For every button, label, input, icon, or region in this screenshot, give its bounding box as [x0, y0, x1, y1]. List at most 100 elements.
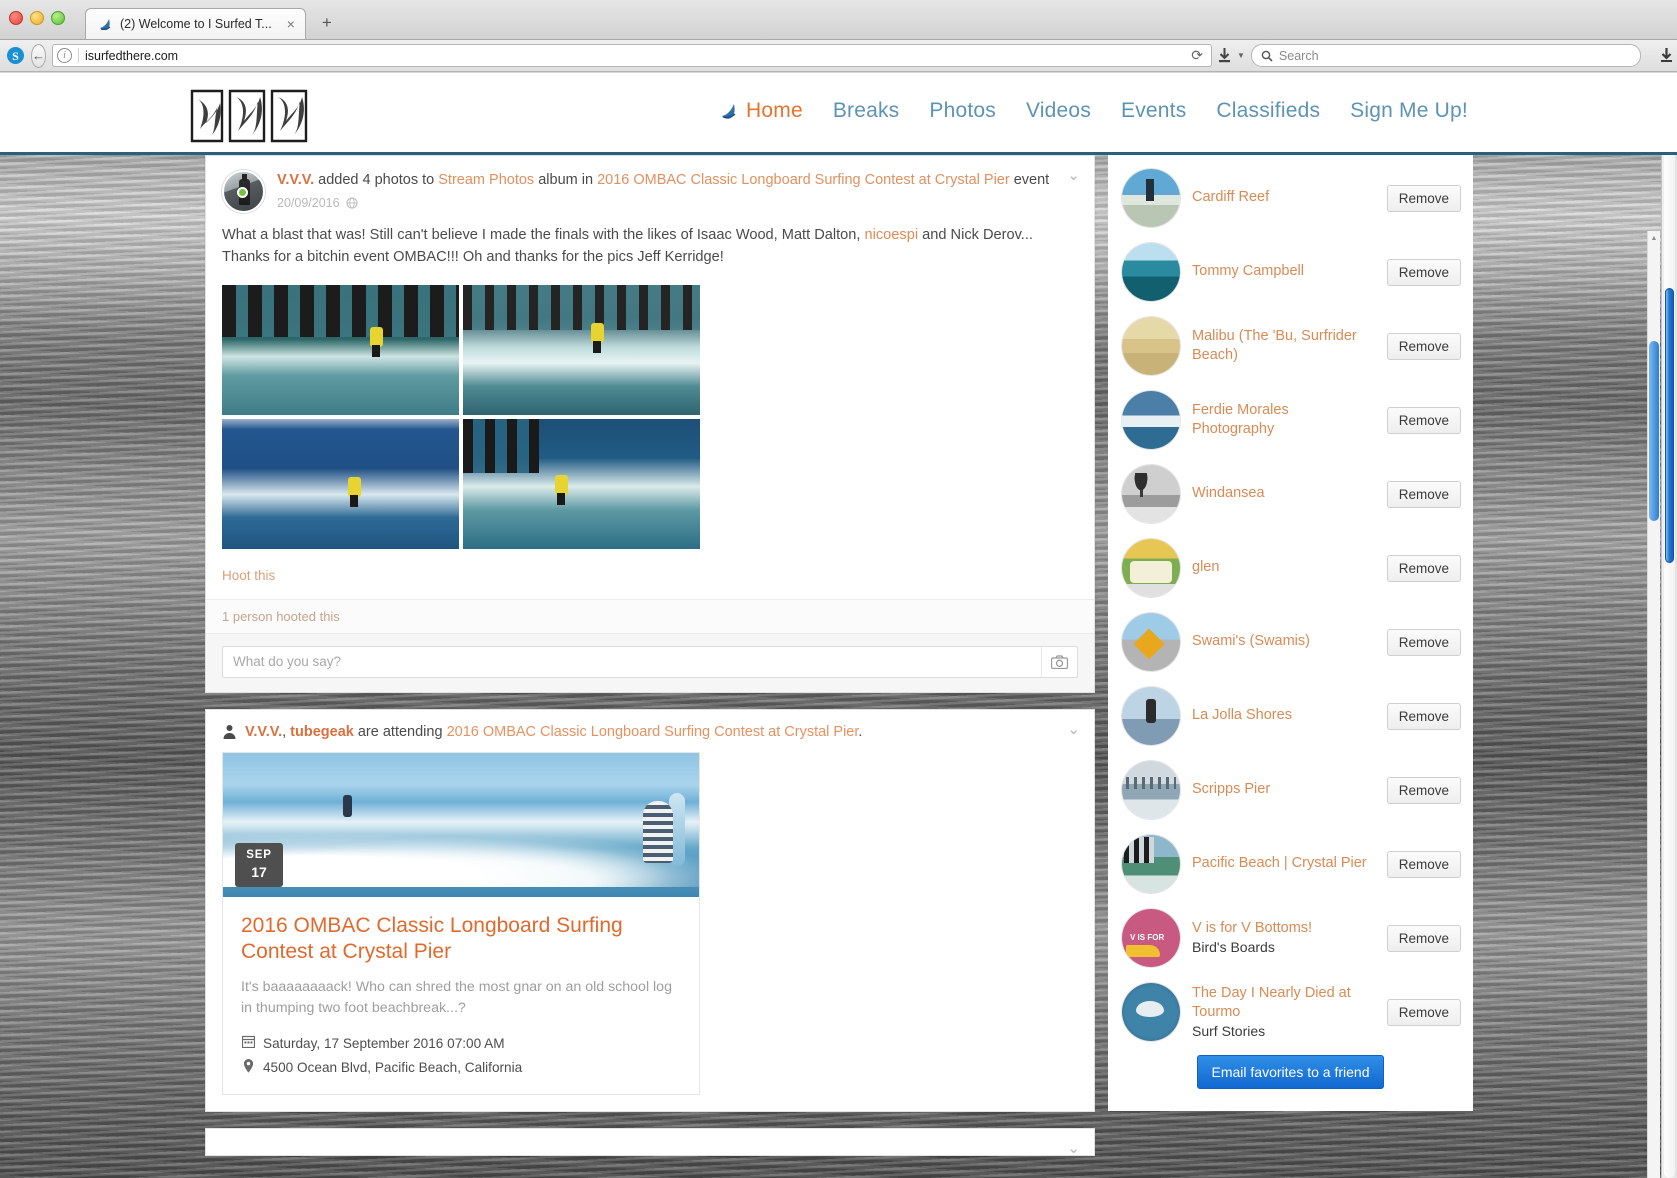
favorite-name-link[interactable]: Scripps Pier	[1192, 781, 1270, 797]
remove-button[interactable]: Remove	[1386, 332, 1461, 360]
url-text[interactable]: isurfedthere.com	[85, 49, 1181, 63]
v-bottoms-thumb[interactable]	[1122, 909, 1180, 967]
favorite-name-link[interactable]: Windansea	[1192, 485, 1265, 501]
post-photo-1[interactable]	[222, 284, 459, 415]
remove-button[interactable]: Remove	[1386, 628, 1461, 656]
new-tab-button[interactable]: +	[314, 13, 340, 33]
remove-button[interactable]: Remove	[1386, 406, 1461, 434]
malibu-thumb[interactable]	[1122, 317, 1180, 375]
favorite-name-link[interactable]: Cardiff Reef	[1192, 189, 1269, 205]
downloads-arrow-icon[interactable]	[1218, 46, 1231, 66]
close-window-button[interactable]	[9, 11, 23, 25]
minimize-window-button[interactable]	[30, 11, 44, 25]
event-title[interactable]: 2016 OMBAC Classic Longboard Surfing Con…	[241, 913, 681, 965]
favorite-name-link[interactable]: glen	[1192, 559, 1219, 575]
ferdie-morales-thumb[interactable]	[1122, 391, 1180, 449]
favorite-name-link[interactable]: Swami's (Swamis)	[1192, 633, 1310, 649]
window-controls[interactable]	[9, 11, 65, 25]
scrollbar-thumb[interactable]	[1665, 288, 1674, 563]
remove-button[interactable]: Remove	[1386, 480, 1461, 508]
nav-item-events[interactable]: Events	[1121, 99, 1186, 123]
address-bar[interactable]: i isurfedthere.com ⟳	[52, 44, 1212, 67]
favorite-name-link[interactable]: Malibu (The 'Bu, Surfrider Beach)	[1192, 328, 1357, 363]
favorite-name-link[interactable]: V is for V Bottoms!	[1192, 920, 1312, 936]
maximize-window-button[interactable]	[51, 11, 65, 25]
scroll-up-arrow-icon[interactable]: ▲	[1648, 231, 1660, 245]
favorite-name-link[interactable]: Tommy Campbell	[1192, 263, 1304, 279]
post-photo-4[interactable]	[463, 418, 700, 549]
comment-area: What do you say?	[206, 632, 1094, 692]
remove-button[interactable]: Remove	[1386, 998, 1461, 1026]
inner-scrollbar[interactable]: ▲	[1647, 231, 1660, 1178]
nav-item-breaks[interactable]: Breaks	[833, 99, 900, 123]
scrollbar-track[interactable]	[1664, 113, 1675, 1178]
nav-home-wrap[interactable]: Home	[720, 99, 803, 123]
event-link[interactable]: 2016 OMBAC Classic Longboard Surfing Con…	[597, 172, 1010, 188]
chevron-down-icon[interactable]: ⌄	[1067, 722, 1080, 737]
browser-tab[interactable]: (2) Welcome to I Surfed T... ×	[85, 8, 306, 39]
inner-scrollbar-thumb[interactable]	[1649, 341, 1659, 521]
surf-icon	[722, 103, 736, 119]
chevron-down-icon[interactable]: ⌄	[1067, 168, 1080, 183]
site-info-icon[interactable]: i	[57, 48, 72, 63]
hoot-this-button[interactable]: Hoot this	[222, 568, 275, 583]
post-action-line: V.V.V. added 4 photos to Stream Photos a…	[277, 171, 1049, 191]
remove-button[interactable]: Remove	[1386, 184, 1461, 212]
remove-button[interactable]: Remove	[1386, 776, 1461, 804]
favorite-name-link[interactable]: La Jolla Shores	[1192, 707, 1292, 723]
reload-icon[interactable]: ⟳	[1187, 47, 1207, 64]
nav-item-home[interactable]: Home	[746, 99, 803, 123]
la-jolla-shores-thumb[interactable]	[1122, 687, 1180, 745]
event-card[interactable]: SEP 17 2016 OMBAC Classic Longboard Surf…	[222, 751, 700, 1096]
nav-item-sign-me-up[interactable]: Sign Me Up!	[1350, 99, 1468, 123]
remove-button[interactable]: Remove	[1386, 554, 1461, 582]
album-link[interactable]: Stream Photos	[438, 172, 534, 188]
hoot-count-bar[interactable]: 1 person hooted this	[206, 598, 1094, 633]
attendee-2-link[interactable]: tubegeak	[290, 724, 354, 740]
post-photo-3[interactable]	[222, 418, 459, 549]
site-logo[interactable]	[186, 85, 312, 147]
tommy-campbell-thumb[interactable]	[1122, 243, 1180, 301]
back-button[interactable]: ←	[31, 43, 46, 68]
close-icon[interactable]: ×	[279, 17, 295, 31]
nav-item-videos[interactable]: Videos	[1026, 99, 1091, 123]
chevron-down-icon[interactable]: ▼	[1237, 51, 1245, 60]
comment-input[interactable]: What do you say?	[222, 645, 1078, 678]
camera-icon[interactable]	[1041, 646, 1077, 677]
remove-button[interactable]: Remove	[1386, 924, 1461, 952]
window-scrollbar[interactable]: ▲ ▼	[1661, 73, 1677, 1178]
cardiff-reef-thumb[interactable]	[1122, 169, 1180, 227]
post-photo-2[interactable]	[463, 284, 700, 415]
mention-link[interactable]: nicoespi	[865, 227, 919, 243]
glen-thumb[interactable]	[1122, 539, 1180, 597]
download-icon[interactable]	[1657, 46, 1677, 66]
person-with-board-art	[643, 800, 673, 863]
search-box[interactable]: Search	[1250, 44, 1641, 67]
tourmo-thumb[interactable]	[1122, 983, 1180, 1041]
scripps-pier-thumb[interactable]	[1122, 761, 1180, 819]
attendee-1-link[interactable]: V.V.V.	[245, 724, 282, 740]
favorite-name-link[interactable]: Pacific Beach | Crystal Pier	[1192, 855, 1367, 871]
windansea-thumb[interactable]	[1122, 465, 1180, 523]
remove-button[interactable]: Remove	[1386, 850, 1461, 878]
chevron-down-icon[interactable]: ⌄	[1067, 1141, 1080, 1156]
favorite-name-link[interactable]: Ferdie Morales Photography	[1192, 402, 1289, 437]
post-author-link[interactable]: V.V.V.	[277, 172, 314, 188]
tab-title: (2) Welcome to I Surfed T...	[120, 17, 272, 31]
skype-extension-icon[interactable]: S	[6, 45, 25, 67]
event-link[interactable]: 2016 OMBAC Classic Longboard Surfing Con…	[447, 724, 859, 740]
post-timestamp[interactable]: 20/09/2016	[277, 195, 340, 212]
post-action-text-3: event	[1009, 172, 1050, 188]
nav-item-photos[interactable]: Photos	[929, 99, 996, 123]
swamis-thumb[interactable]	[1122, 613, 1180, 671]
remove-button[interactable]: Remove	[1386, 702, 1461, 730]
nav-item-classifieds[interactable]: Classifieds	[1216, 99, 1320, 123]
page-content: ⌄ V.V.V. added 4 photos to Stream Photos…	[0, 155, 1677, 1178]
post-action-text-2: album in	[534, 172, 598, 188]
pacific-beach-thumb[interactable]	[1122, 835, 1180, 893]
favorite-name-link[interactable]: The Day I Nearly Died at Tourmo	[1192, 985, 1351, 1020]
remove-button[interactable]: Remove	[1386, 258, 1461, 286]
surf-favicon	[98, 17, 113, 32]
extension-toolbar: S YouTube ▼ 0	[1647, 46, 1677, 66]
email-favorites-button[interactable]: Email favorites to a friend	[1196, 1055, 1385, 1089]
